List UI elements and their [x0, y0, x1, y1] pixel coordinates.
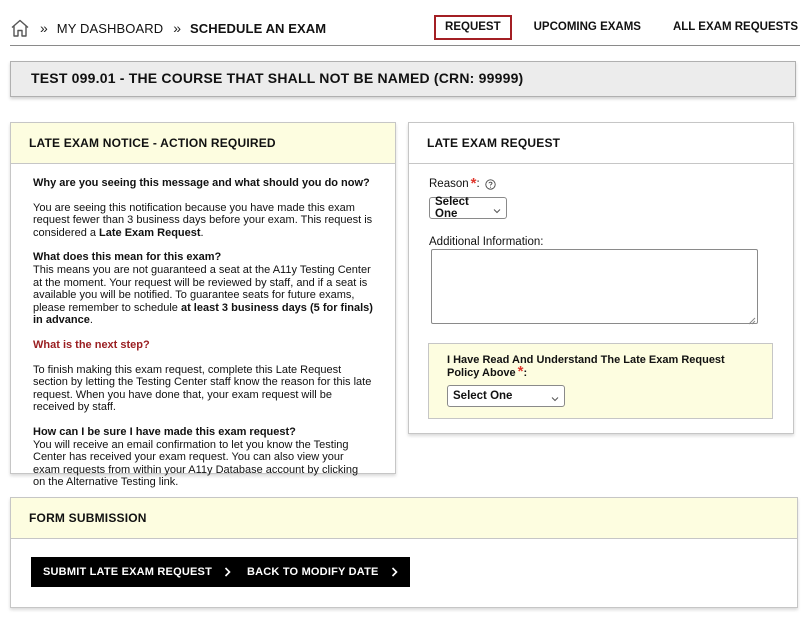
breadcrumb-separator: »: [40, 20, 48, 36]
reason-label-colon: :: [476, 178, 480, 190]
chevron-down-icon: [493, 205, 501, 214]
resize-handle-icon[interactable]: [748, 314, 756, 325]
additional-information-label: Additional Information:: [429, 236, 544, 248]
tab-request[interactable]: REQUEST: [434, 14, 512, 40]
late-request-form: Reason * : Select One Additional Informa…: [409, 164, 793, 262]
policy-select-value: Select One: [453, 390, 513, 402]
policy-acknowledgement-box: I Have Read And Understand The Late Exam…: [428, 343, 773, 419]
additional-information-textarea[interactable]: [431, 249, 758, 325]
notice-title: LATE EXAM NOTICE - ACTION REQUIRED: [11, 123, 395, 164]
late-exam-request-panel: LATE EXAM REQUEST Reason * : Select One …: [408, 122, 794, 434]
breadcrumb-schedule-an-exam: SCHEDULE AN EXAM: [190, 20, 327, 36]
notice-body: Why are you seeing this message and what…: [11, 164, 395, 489]
form-submission-title: FORM SUBMISSION: [11, 498, 797, 539]
back-button-label: BACK TO MODIFY DATE: [247, 566, 379, 578]
policy-label-text: I Have Read And Understand The Late Exam…: [447, 354, 725, 379]
reason-select-value: Select One: [435, 196, 469, 220]
policy-select[interactable]: Select One: [447, 385, 565, 407]
help-circle-icon[interactable]: [485, 178, 496, 190]
top-navigation: » MY DASHBOARD » SCHEDULE AN EXAM REQUES…: [10, 14, 800, 46]
late-exam-notice-panel: LATE EXAM NOTICE - ACTION REQUIRED Why a…: [10, 122, 396, 488]
notice-paragraph-2-end: .: [89, 314, 93, 327]
breadcrumb: » MY DASHBOARD » SCHEDULE AN EXAM: [10, 18, 326, 38]
late-request-title: LATE EXAM REQUEST: [409, 123, 793, 164]
notice-question-3: What is the next step?: [33, 338, 150, 351]
course-title: TEST 099.01 - THE COURSE THAT SHALL NOT …: [31, 70, 524, 86]
submit-late-exam-request-button[interactable]: SUBMIT LATE EXAM REQUEST: [31, 557, 243, 587]
tab-bar: REQUEST UPCOMING EXAMS ALL EXAM REQUESTS: [434, 14, 800, 40]
notice-question-4: How can I be sure I have made this exam …: [33, 425, 296, 438]
reason-label: Reason * :: [429, 176, 773, 191]
chevron-right-icon: [391, 567, 398, 577]
late-exam-request-term: Late Exam Request: [99, 226, 201, 239]
submit-button-label: SUBMIT LATE EXAM REQUEST: [43, 566, 212, 578]
notice-question-2: What does this mean for this exam?: [33, 251, 222, 264]
breadcrumb-my-dashboard[interactable]: MY DASHBOARD: [57, 21, 163, 36]
policy-label: I Have Read And Understand The Late Exam…: [447, 354, 754, 379]
notice-paragraph-1-end: .: [200, 226, 204, 239]
tab-all-exam-requests[interactable]: ALL EXAM REQUESTS: [663, 15, 798, 39]
reason-select[interactable]: Select One: [429, 196, 507, 220]
back-to-modify-date-button[interactable]: BACK TO MODIFY DATE: [235, 557, 410, 587]
notice-paragraph-1: You are seeing this notification because…: [33, 202, 373, 240]
notice-paragraph-4: You will receive an email confirmation t…: [33, 438, 359, 489]
home-icon[interactable]: [10, 18, 30, 38]
policy-label-colon: :: [523, 366, 528, 379]
notice-paragraph-3: To finish making this exam request, comp…: [33, 363, 372, 414]
form-submission-panel: FORM SUBMISSION: [10, 497, 798, 608]
reason-label-text: Reason: [429, 178, 469, 190]
notice-paragraph-2: This means you are not guaranteed a seat…: [33, 264, 373, 327]
breadcrumb-separator: »: [173, 20, 182, 36]
chevron-right-icon: [224, 567, 231, 577]
tab-upcoming-exams[interactable]: UPCOMING EXAMS: [524, 15, 651, 39]
chevron-down-icon: [551, 393, 559, 402]
course-header: TEST 099.01 - THE COURSE THAT SHALL NOT …: [10, 61, 796, 97]
notice-question-1: Why are you seeing this message and what…: [33, 177, 370, 189]
